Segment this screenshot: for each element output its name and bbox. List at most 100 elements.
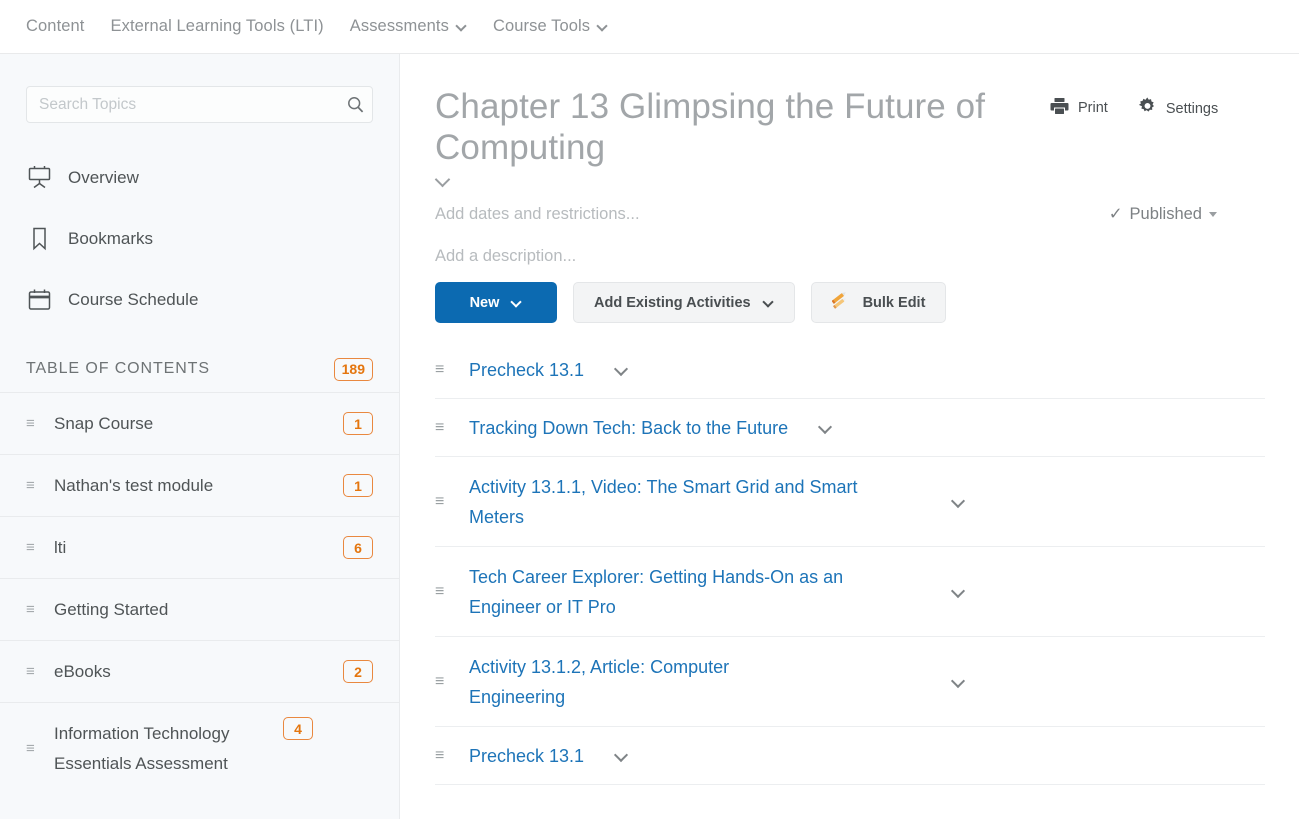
- chevron-down-icon: [456, 21, 467, 32]
- drag-handle-icon[interactable]: ≡: [435, 747, 451, 764]
- bulk-edit-button[interactable]: Bulk Edit: [810, 282, 947, 323]
- print-label: Print: [1078, 100, 1108, 116]
- list-item-link[interactable]: Activity 13.1.1, Video: The Smart Grid a…: [469, 461, 899, 543]
- toc-item-label: Getting Started: [54, 599, 169, 619]
- chevron-down-icon[interactable]: [818, 422, 834, 434]
- add-dates-restrictions-link[interactable]: Add dates and restrictions...: [435, 205, 640, 224]
- toc-item-count-badge: 6: [343, 536, 373, 559]
- content-item-list: ≡ Precheck 13.1 ≡ Tracking Down Tech: Ba…: [401, 341, 1299, 785]
- chevron-down-icon[interactable]: [614, 750, 630, 762]
- table-of-contents-title: TABLE OF CONTENTS: [26, 360, 210, 377]
- toc-item-information-technology-essentials-assessment[interactable]: ≡ Information Technology Essentials Asse…: [0, 702, 399, 794]
- drag-handle-icon[interactable]: ≡: [26, 741, 40, 756]
- page-meta: Add dates and restrictions... ✓ Publishe…: [401, 194, 1299, 278]
- page-title: Chapter 13 Glimpsing the Future of Compu…: [435, 87, 986, 167]
- toc-item-label: Snap Course: [54, 413, 154, 433]
- drag-handle-icon[interactable]: ≡: [435, 361, 451, 378]
- nav-item-label: Content: [26, 17, 85, 35]
- sidebar: Overview Bookmarks Course Schedule: [0, 54, 400, 819]
- sidebar-item-bookmarks[interactable]: Bookmarks: [0, 208, 399, 269]
- drag-handle-icon[interactable]: ≡: [435, 673, 451, 690]
- list-item[interactable]: ≡ Precheck 13.1: [435, 341, 1265, 399]
- toc-item-label: eBooks: [54, 661, 111, 681]
- chevron-down-icon[interactable]: [951, 586, 967, 598]
- chevron-down-icon[interactable]: [951, 496, 967, 508]
- list-item-link[interactable]: Tracking Down Tech: Back to the Future: [469, 402, 788, 454]
- toc-item-nathans-test-module[interactable]: ≡ Nathan's test module 1: [0, 454, 399, 516]
- toc-item-count-badge: 1: [343, 474, 373, 497]
- sidebar-nav: Overview Bookmarks Course Schedule: [0, 147, 399, 330]
- page-header: Chapter 13 Glimpsing the Future of Compu…: [401, 54, 1299, 188]
- sidebar-item-label: Bookmarks: [68, 228, 154, 248]
- sidebar-item-overview[interactable]: Overview: [0, 147, 399, 208]
- nav-item-label: Course Tools: [492, 17, 591, 35]
- nav-item-label: Assessments: [349, 17, 449, 35]
- nav-item-assessments[interactable]: Assessments: [350, 17, 467, 36]
- nav-item-content[interactable]: Content: [26, 17, 85, 36]
- bookmark-icon: [26, 226, 52, 252]
- list-item[interactable]: ≡ Tech Career Explorer: Getting Hands-On…: [435, 547, 1265, 637]
- list-item[interactable]: ≡ Activity 13.1.1, Video: The Smart Grid…: [435, 457, 1265, 547]
- list-item-link[interactable]: Activity 13.1.2, Article: Computer Engin…: [469, 641, 799, 723]
- publish-status-dropdown[interactable]: ✓ Published: [1109, 204, 1265, 224]
- list-item[interactable]: ≡ Activity 13.1.2, Article: Computer Eng…: [435, 637, 1265, 727]
- toc-item-getting-started[interactable]: ≡ Getting Started: [0, 578, 399, 640]
- drag-handle-icon[interactable]: ≡: [435, 493, 451, 510]
- add-description-link[interactable]: Add a description...: [435, 247, 576, 266]
- nav-item-label: External Learning Tools (LTI): [110, 17, 324, 35]
- toc-item-ebooks[interactable]: ≡ eBooks 2: [0, 640, 399, 702]
- chevron-down-icon: [511, 297, 522, 308]
- sidebar-item-course-schedule[interactable]: Course Schedule: [0, 269, 399, 330]
- drag-handle-icon[interactable]: ≡: [26, 416, 40, 431]
- toc-item-label: lti: [54, 537, 67, 557]
- list-item[interactable]: ≡ Tracking Down Tech: Back to the Future: [435, 399, 1265, 457]
- toc-item-count-badge: 4: [283, 717, 313, 740]
- drag-handle-icon[interactable]: ≡: [435, 583, 451, 600]
- printer-icon: [1050, 97, 1069, 119]
- page-header-tools: Print Settings: [1050, 97, 1218, 188]
- sidebar-item-label: Overview: [68, 167, 139, 187]
- main-content: Chapter 13 Glimpsing the Future of Compu…: [401, 54, 1299, 819]
- list-item-link[interactable]: Precheck 13.1: [469, 344, 584, 396]
- table-of-contents-count-badge: 189: [333, 357, 373, 381]
- nav-item-course-tools[interactable]: Course Tools: [493, 17, 608, 36]
- nav-item-external-learning-tools[interactable]: External Learning Tools (LTI): [111, 17, 324, 36]
- status-badge: Published: [1129, 204, 1202, 223]
- action-button-row: New Add Existing Activities Bulk Edit: [401, 282, 1299, 323]
- top-navigation-bar: Content External Learning Tools (LTI) As…: [0, 0, 1299, 54]
- drag-handle-icon[interactable]: ≡: [26, 664, 40, 679]
- list-item-link[interactable]: Tech Career Explorer: Getting Hands-On a…: [469, 551, 899, 633]
- drag-handle-icon[interactable]: ≡: [26, 602, 40, 617]
- toc-item-label: Information Technology Essentials Assess…: [54, 723, 230, 773]
- chevron-down-icon: [597, 21, 608, 32]
- calendar-icon: [26, 287, 52, 313]
- presentation-easel-icon: [26, 165, 52, 191]
- caret-down-icon: [1209, 211, 1217, 217]
- toc-item-lti[interactable]: ≡ lti 6: [0, 516, 399, 578]
- chevron-down-icon[interactable]: [614, 364, 630, 376]
- new-button[interactable]: New: [435, 282, 557, 323]
- toc-item-count-badge: 1: [343, 412, 373, 435]
- list-item[interactable]: ≡ Precheck 13.1: [435, 727, 1265, 785]
- sidebar-item-label: Course Schedule: [68, 289, 199, 309]
- drag-handle-icon[interactable]: ≡: [435, 419, 451, 436]
- drag-handle-icon[interactable]: ≡: [26, 478, 40, 493]
- drag-handle-icon[interactable]: ≡: [26, 540, 40, 555]
- add-existing-activities-label: Add Existing Activities: [594, 294, 751, 311]
- gear-icon: [1138, 97, 1157, 120]
- chevron-down-icon[interactable]: [951, 676, 967, 688]
- search-topics-container[interactable]: [26, 86, 373, 123]
- add-existing-activities-button[interactable]: Add Existing Activities: [573, 282, 795, 323]
- toc-item-label: Nathan's test module: [54, 475, 214, 495]
- toc-item-snap-course[interactable]: ≡ Snap Course 1: [0, 392, 399, 454]
- settings-button[interactable]: Settings: [1138, 97, 1218, 120]
- search-input[interactable]: [27, 95, 338, 114]
- search-icon[interactable]: [338, 95, 372, 114]
- toc-item-count-badge: 2: [343, 660, 373, 683]
- bulk-edit-label: Bulk Edit: [862, 294, 926, 311]
- list-item-link[interactable]: Precheck 13.1: [469, 730, 584, 782]
- chevron-down-icon[interactable]: [435, 174, 453, 188]
- settings-label: Settings: [1165, 100, 1219, 117]
- print-button[interactable]: Print: [1050, 97, 1108, 119]
- chevron-down-icon: [763, 297, 774, 308]
